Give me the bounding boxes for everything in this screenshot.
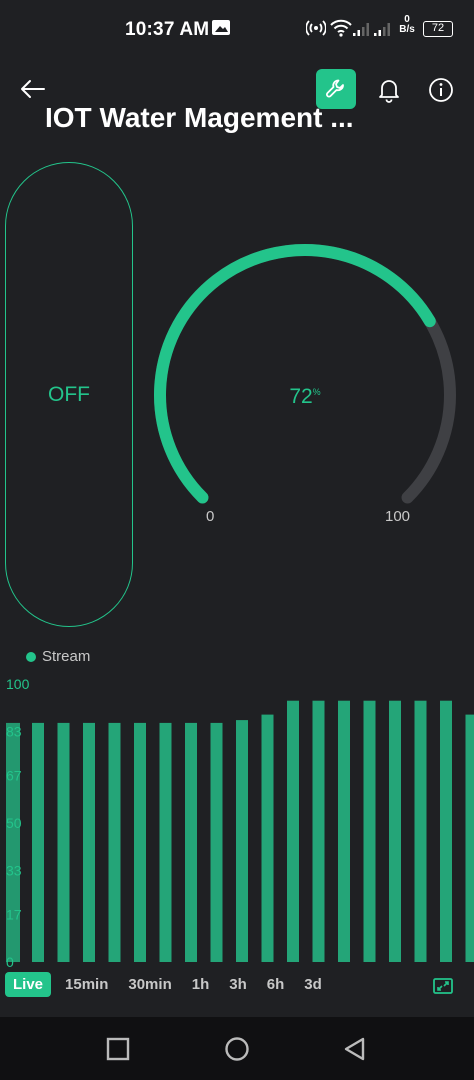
range-3d[interactable]: 3d — [296, 972, 330, 997]
chart-bar — [389, 700, 401, 962]
recent-apps-button[interactable] — [105, 1036, 131, 1062]
gauge-number: 72 — [289, 385, 313, 408]
y-tick-label: 67 — [6, 768, 22, 784]
hotspot-icon — [305, 20, 327, 41]
chart-bar — [134, 722, 146, 962]
time-range-selector: Live 15min 30min 1h 3h 6h 3d — [5, 971, 334, 998]
chart-bar — [32, 722, 44, 962]
chart-bar — [108, 722, 121, 962]
gauge-min-label: 0 — [206, 508, 215, 525]
wrench-icon — [326, 79, 344, 98]
system-nav-bar — [0, 1017, 474, 1080]
range-1h[interactable]: 1h — [184, 972, 218, 997]
chart-bar — [440, 700, 452, 962]
chart-legend: Stream — [26, 648, 90, 665]
photo-icon — [212, 20, 230, 40]
y-tick-label: 100 — [6, 676, 30, 692]
home-icon — [225, 1037, 249, 1061]
page-title: IOT Water Magement ... — [45, 102, 354, 133]
gauge-max-label: 100 — [385, 508, 411, 525]
y-tick-label: 17 — [6, 907, 22, 923]
stream-chart: 0 17 33 50 67 83 100 — [6, 676, 474, 970]
y-tick-label: 50 — [6, 815, 22, 831]
gauge-unit: % — [312, 387, 321, 397]
chart-bar-partial — [6, 722, 20, 962]
back-button[interactable] — [16, 74, 50, 104]
wifi-icon — [330, 19, 352, 42]
chart-bar — [159, 722, 172, 962]
level-gauge: 72% 0 100 — [140, 230, 470, 540]
expand-icon — [433, 978, 453, 994]
battery-level: 72 — [431, 22, 445, 34]
recent-apps-icon — [106, 1037, 130, 1061]
back-icon — [344, 1037, 365, 1061]
system-back-button[interactable] — [342, 1036, 368, 1062]
chart-bar — [185, 722, 197, 962]
legend-marker — [26, 651, 36, 662]
chart-bar — [236, 720, 248, 962]
range-live[interactable]: Live — [5, 972, 52, 997]
home-button[interactable] — [224, 1036, 250, 1062]
chart-bar — [210, 722, 223, 962]
range-3h[interactable]: 3h — [221, 972, 255, 997]
gauge-fill — [154, 244, 436, 504]
status-bar: 10:37 AM 0 B/s 72 — [0, 0, 474, 60]
pump-switch[interactable]: OFF — [5, 162, 133, 627]
expand-chart-button[interactable] — [433, 977, 453, 995]
chart-bar — [287, 700, 299, 962]
chart-bar — [363, 700, 376, 962]
legend-label: Stream — [42, 648, 91, 665]
chart-bar — [261, 714, 274, 962]
signal-icon — [373, 21, 393, 42]
notifications-button[interactable] — [375, 76, 403, 104]
chart-bar — [465, 714, 474, 962]
info-icon — [429, 78, 453, 102]
bell-icon — [379, 80, 399, 103]
range-6h[interactable]: 6h — [259, 972, 293, 997]
back-arrow-icon — [21, 80, 45, 98]
range-30min[interactable]: 30min — [120, 972, 179, 997]
signal-icon — [352, 21, 372, 42]
switch-state-label: OFF — [48, 383, 90, 406]
battery-icon: 72 — [423, 21, 453, 37]
chart-bar — [338, 700, 350, 962]
y-tick-label: 83 — [6, 723, 22, 739]
info-button[interactable] — [427, 76, 455, 104]
y-tick-label: 0 — [6, 954, 14, 970]
net-speed: 0 B/s — [396, 15, 418, 35]
net-speed-unit: B/s — [399, 24, 415, 35]
gauge-value: 72% — [140, 385, 470, 409]
status-time: 10:37 AM — [125, 19, 210, 40]
chart-bar — [414, 700, 427, 962]
y-tick-label: 33 — [6, 862, 22, 878]
range-15min[interactable]: 15min — [57, 972, 116, 997]
chart-bar — [312, 700, 325, 962]
chart-bar — [57, 722, 70, 962]
chart-bar — [83, 722, 95, 962]
